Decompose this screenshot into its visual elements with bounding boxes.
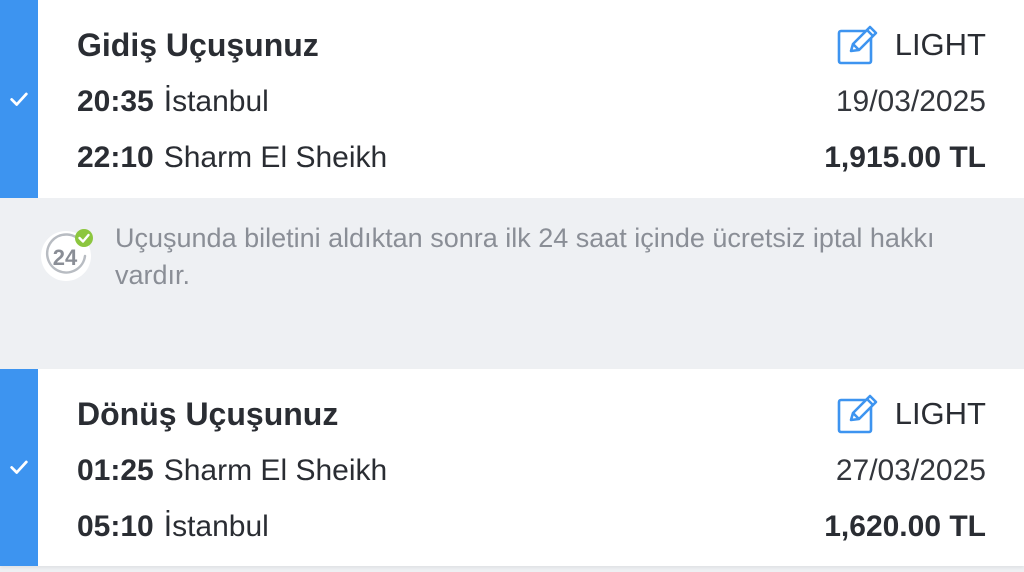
outbound-fare-class: LIGHT <box>894 27 986 62</box>
outbound-price: 1,915.00 TL <box>824 141 986 174</box>
outbound-date: 19/03/2025 <box>835 85 986 118</box>
departure-time: 20:35 <box>77 85 154 118</box>
outbound-flight-card[interactable]: Gidiş Uçuşunuz LIGHT 20:35 İstanbul 19/03… <box>0 0 1024 198</box>
inbound-departure: 01:25 Sharm El Sheikh <box>77 454 387 488</box>
outbound-fare-edit[interactable]: LIGHT <box>837 25 986 65</box>
check-icon <box>10 460 28 474</box>
cancellation-notice: 24 Uçuşunda biletini aldıktan sonra ilk … <box>0 198 1024 369</box>
arrival-city: İstanbul <box>163 510 269 543</box>
departure-city: İstanbul <box>163 85 269 118</box>
outbound-title: Gidiş Uçuşunuz <box>77 26 319 63</box>
selected-stripe <box>0 0 38 198</box>
outbound-departure: 20:35 İstanbul <box>77 85 269 119</box>
selected-stripe <box>0 369 38 566</box>
inbound-date: 27/03/2025 <box>835 454 986 487</box>
edit-pencil-icon[interactable] <box>837 394 879 434</box>
departure-city: Sharm El Sheikh <box>163 454 388 487</box>
check-icon <box>10 92 28 106</box>
inbound-price: 1,620.00 TL <box>824 510 986 543</box>
arrival-time: 22:10 <box>77 141 154 174</box>
inbound-flight-card[interactable]: Dönüş Uçuşunuz LIGHT 01:25 Sharm El Sheik… <box>0 369 1024 566</box>
outbound-arrival: 22:10 Sharm El Sheikh <box>77 141 387 175</box>
inbound-arrival: 05:10 İstanbul <box>77 510 269 544</box>
inbound-fare-class: LIGHT <box>894 396 986 431</box>
arrival-city: Sharm El Sheikh <box>163 141 388 174</box>
24-hour-cancellation-icon: 24 <box>41 229 93 281</box>
cancellation-notice-text: Uçuşunda biletini aldıktan sonra ilk 24 … <box>115 223 935 290</box>
inbound-fare-edit[interactable]: LIGHT <box>837 394 986 434</box>
arrival-time: 05:10 <box>77 510 154 543</box>
badge-number: 24 <box>53 245 78 270</box>
departure-time: 01:25 <box>77 454 154 487</box>
inbound-title: Dönüş Uçuşunuz <box>77 395 339 432</box>
edit-pencil-icon[interactable] <box>837 25 879 65</box>
